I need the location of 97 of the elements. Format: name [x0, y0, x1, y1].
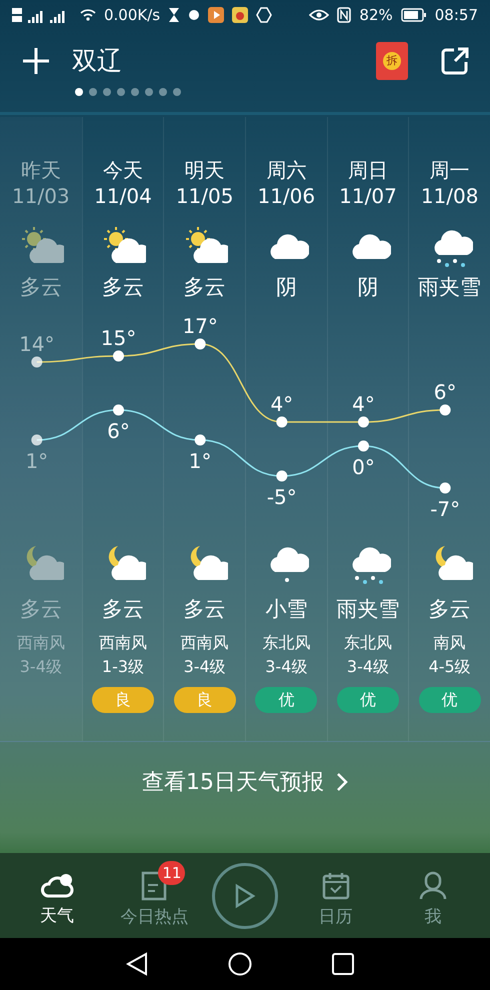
chevron-right-icon [336, 772, 348, 792]
night-weather: 小雪 [265, 596, 308, 622]
temperature-point [31, 434, 42, 446]
wind-direction: 西南风 [98, 632, 147, 654]
night-weather: 雨夹雪 [336, 596, 400, 622]
night-weather: 多云 [428, 596, 471, 622]
wind-level: 4-5级 [428, 656, 471, 678]
date-label: 11/04 [94, 183, 152, 209]
eye-icon [309, 8, 330, 22]
day-name: 今天 [102, 157, 143, 183]
temperature-label: 14° [19, 332, 55, 356]
share-icon [440, 46, 470, 76]
day-weather: 多云 [102, 274, 144, 301]
air-quality-badge: 良 [92, 687, 154, 713]
nav-tab[interactable]: 日历 [296, 860, 376, 930]
temperature-label: 17° [182, 314, 218, 338]
wind-direction: 东北风 [344, 632, 392, 654]
date-label: 11/08 [420, 183, 478, 209]
wind-direction: 东北风 [262, 632, 310, 654]
wifi-icon [80, 8, 96, 22]
wind-level: 1-3级 [102, 656, 144, 678]
day-weather: 阴 [357, 274, 378, 301]
wind-level: 3-4级 [20, 656, 62, 678]
date-label: 11/03 [12, 183, 70, 209]
person-icon [419, 870, 448, 901]
temperature-point [113, 404, 124, 416]
forecast-link[interactable]: 查看15日天气预报 [0, 742, 490, 822]
night-weather: 多云 [20, 596, 62, 622]
date-label: 11/06 [257, 183, 316, 209]
temperature-point [113, 350, 124, 362]
day-name: 周六 [266, 157, 306, 183]
wind-level: 3-4级 [184, 656, 226, 678]
home-icon[interactable] [228, 952, 252, 976]
wind-direction: 西南风 [16, 632, 65, 654]
clock: 08:57 [434, 4, 478, 26]
temperature-point [440, 482, 451, 494]
temperature-label: -5° [266, 485, 297, 509]
nav-tab[interactable]: 天气 [16, 862, 97, 930]
temperature-label: 4° [352, 392, 375, 416]
temperature-point [358, 416, 369, 428]
recent-apps-icon[interactable] [332, 953, 354, 975]
temperature-label: 6° [107, 419, 130, 443]
date-label: 11/05 [176, 183, 234, 209]
cloud-icon [40, 872, 74, 900]
day-weather: 多云 [20, 274, 62, 301]
wind-level: 3-4级 [265, 656, 308, 678]
nfc-icon [337, 7, 352, 23]
play-icon [234, 882, 256, 908]
day-name: 昨天 [20, 157, 61, 183]
temperature-label: 1° [188, 449, 212, 473]
calendar-icon [320, 870, 351, 901]
app-notification-icon [208, 7, 224, 23]
temperature-label: 15° [100, 326, 136, 350]
city-name: 双辽 [72, 45, 122, 78]
day-weather: 多云 [184, 274, 226, 301]
notification-badge: 11 [158, 860, 186, 885]
day-name: 周日 [348, 157, 388, 183]
plus-icon [22, 47, 50, 75]
temperature-label: 6° [434, 380, 457, 404]
day-name: 明天 [184, 157, 225, 183]
date-label: 11/07 [339, 183, 397, 209]
battery-percent: 82% [359, 4, 393, 26]
nav-tab[interactable]: 我 [393, 860, 474, 930]
temperature-label: -7° [430, 497, 460, 521]
hexagon-icon [256, 7, 272, 23]
share-button[interactable] [440, 46, 470, 76]
temperature-point [440, 404, 451, 416]
night-weather: 多云 [102, 596, 144, 622]
wind-direction: 南风 [434, 632, 466, 654]
play-button[interactable] [212, 862, 278, 928]
app-notification-icon [232, 7, 248, 23]
temperature-point [358, 440, 369, 452]
add-city-button[interactable] [20, 45, 52, 77]
day-weather: 阴 [276, 274, 297, 301]
air-quality-badge: 优 [418, 687, 481, 713]
wind-direction: 西南风 [180, 632, 229, 654]
nav-tab[interactable]: 今日热点 11 [114, 860, 194, 930]
temperature-point [31, 356, 42, 368]
hourglass-icon [168, 7, 180, 23]
air-quality-badge: 良 [174, 687, 236, 713]
temperature-point [194, 434, 206, 446]
back-icon[interactable] [126, 952, 148, 976]
night-weather: 多云 [184, 596, 226, 622]
temperature-point [276, 416, 288, 428]
temperature-point [276, 470, 288, 482]
temperature-label: 4° [270, 392, 294, 416]
battery-icon [400, 8, 427, 22]
day-weather: 雨夹雪 [418, 274, 482, 301]
temperature-label: 1° [25, 449, 48, 473]
temperature-point [194, 338, 206, 350]
network-speed: 0.00K/s [104, 4, 160, 26]
envelope-button[interactable]: 拆 [376, 42, 408, 80]
day-name: 周一 [430, 157, 470, 183]
air-quality-badge: 优 [336, 687, 399, 713]
temperature-label: 0° [352, 455, 375, 479]
air-quality-badge: 优 [255, 687, 318, 713]
wind-level: 3-4级 [346, 656, 390, 678]
